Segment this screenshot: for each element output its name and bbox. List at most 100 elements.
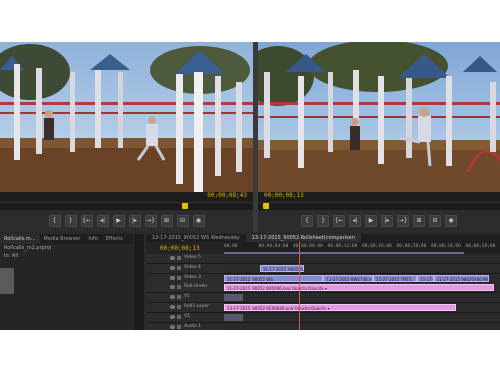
step-forward-button[interactable]: |▸ — [128, 215, 141, 227]
eye-icon[interactable] — [170, 285, 175, 290]
eye-icon[interactable] — [170, 305, 175, 309]
lock-icon[interactable] — [177, 314, 181, 319]
insert-icon: ⊞ — [416, 217, 422, 224]
track-header[interactable]: V1 — [146, 312, 224, 323]
track-lane[interactable]: 11-27-2015_90052 WS 11-27-2015 8WS746.mp 1… — [224, 273, 500, 284]
timeline-panel: 13-17-2015_90052 WS Wednesday 13-17-2015_… — [146, 234, 500, 330]
program-monitor: 00;00;08;13 {} {← ◂| ▶ |▸ →} ⊞ ⊟ ◉ — [258, 42, 500, 232]
track-name: Roll-Under — [184, 284, 208, 290]
timeline-clip[interactable]: 11-17-2015 8W — [417, 274, 434, 282]
export-frame-button[interactable]: ◉ — [445, 215, 457, 227]
timeline-timecode[interactable]: 00;00;08;13 — [160, 245, 200, 252]
play-button[interactable]: ▶ — [112, 215, 125, 227]
track-header[interactable]: V1 — [146, 293, 224, 304]
eye-icon[interactable] — [170, 314, 175, 319]
lock-icon[interactable] — [177, 324, 181, 329]
go-to-in-button[interactable]: {← — [80, 215, 93, 227]
lock-icon[interactable] — [177, 295, 181, 300]
step-back-icon: ◂| — [352, 217, 358, 224]
track-lane[interactable]: 11-27-2015_90052 8X0046.png Opacity:Opac… — [224, 283, 500, 294]
step-back-button[interactable]: ◂| — [96, 215, 109, 227]
go-to-out-button[interactable]: →} — [144, 215, 157, 227]
export-frame-button[interactable]: ◉ — [192, 215, 205, 227]
insert-button[interactable]: ⊞ — [160, 215, 173, 227]
mark-in-button[interactable]: { — [301, 215, 313, 227]
time-ruler[interactable]: 00;00 00;00;04;00 00;00;08;00 00;00;12;00 00… — [224, 242, 500, 254]
program-monitor-viewport[interactable] — [258, 42, 500, 192]
project-tab[interactable]: Effects — [102, 234, 127, 244]
timeline-clip[interactable]: 11-27-2015 98420A00 MPA — [433, 274, 489, 282]
track-lane[interactable] — [224, 254, 500, 264]
lock-icon[interactable] — [177, 256, 181, 260]
mark-out-button[interactable]: } — [317, 215, 329, 227]
track-header[interactable]: Audio 1 — [146, 322, 224, 330]
program-timecode[interactable]: 00;00;08;13 — [264, 192, 304, 199]
source-transport-controls: {} {← ◂| ▶ |▸ →} ⊞ ⊟ ◉ — [0, 210, 253, 232]
eye-icon[interactable] — [170, 275, 175, 280]
track-header[interactable]: Video 3 — [146, 273, 224, 284]
play-icon: ▶ — [368, 217, 374, 224]
overwrite-icon: ⊟ — [179, 217, 186, 224]
overwrite-button[interactable]: ⊟ — [429, 215, 441, 227]
lock-icon[interactable] — [177, 275, 181, 280]
ruler-tick-label: 00;00 — [224, 244, 238, 249]
lock-icon[interactable] — [177, 265, 181, 270]
go-to-in-button[interactable]: {← — [333, 215, 345, 227]
go-to-out-icon: →} — [146, 217, 155, 224]
step-forward-button[interactable]: |▸ — [381, 215, 393, 227]
insert-icon: ⊞ — [163, 217, 170, 224]
timeline-tabs: 13-17-2015_90052 WS Wednesday 13-17-2015_… — [146, 234, 500, 242]
tools-panel[interactable] — [134, 234, 144, 330]
project-panel-tabs: Rollcalls.m... Media Browser Info Effects — [0, 234, 133, 244]
track-header[interactable]: Video 5 — [146, 254, 224, 264]
project-tab[interactable]: Media Browser — [40, 234, 85, 244]
mark-out-icon: } — [321, 217, 325, 224]
source-monitor-viewport[interactable] — [0, 42, 253, 192]
timeline-clip[interactable]: 11-27-2015 8WS746.mp — [323, 274, 374, 282]
source-playhead[interactable] — [182, 203, 189, 209]
play-icon: ▶ — [116, 217, 121, 224]
timeline-playhead[interactable] — [298, 242, 300, 330]
eye-icon[interactable] — [170, 324, 175, 329]
step-back-button[interactable]: ◂| — [349, 215, 361, 227]
program-playhead[interactable] — [262, 203, 269, 209]
sequence-tab[interactable]: 13-17-2015_90052 Rollsheet(comparison — [245, 234, 361, 242]
overwrite-button[interactable]: ⊟ — [176, 215, 189, 227]
track-header[interactable]: Roll3 Layer — [146, 303, 224, 313]
insert-button[interactable]: ⊞ — [413, 215, 425, 227]
eye-icon[interactable] — [170, 295, 175, 300]
eye-icon[interactable] — [170, 265, 175, 270]
project-filter[interactable]: In: All — [0, 252, 133, 260]
timeline-clip[interactable]: 11-27-2015_90052 8X0046.png Opacity:Opac… — [224, 284, 495, 292]
lock-icon[interactable] — [177, 285, 181, 290]
timeline-clip[interactable]: 11-27-2015 7MTS — [373, 274, 418, 282]
track-lane[interactable] — [224, 322, 500, 330]
mark-in-button[interactable]: { — [48, 215, 61, 227]
sequence-tab[interactable]: 13-17-2015_90052 WS Wednesday — [146, 234, 246, 242]
mark-out-button[interactable]: } — [64, 215, 77, 227]
timeline-clip[interactable]: 11-17-2015_90052V — [259, 264, 305, 272]
track-header[interactable]: Roll-Under — [146, 283, 224, 294]
track-lane[interactable] — [224, 312, 500, 323]
play-button[interactable]: ▶ — [365, 215, 377, 227]
source-timecode[interactable]: 00;00;08;43 — [207, 192, 247, 199]
timeline-clip[interactable]: 11-27-2015_90052 WS — [224, 274, 324, 282]
ruler-tick-label: 00;00;08;00 — [293, 244, 323, 249]
project-item-thumbnail[interactable] — [0, 268, 14, 294]
eye-icon[interactable] — [170, 256, 175, 260]
lock-icon[interactable] — [177, 305, 181, 309]
track-lane[interactable] — [224, 293, 500, 304]
go-to-out-button[interactable]: →} — [397, 215, 409, 227]
ruler-tick-label: 00;00;20;00 — [396, 244, 427, 249]
ruler-tick-label: 00;00;28;00 — [465, 244, 496, 249]
track-lane[interactable]: 13-17-2015_90052 9CX0046.png Opacity:Opa… — [224, 303, 500, 313]
timeline-clip[interactable] — [224, 313, 244, 321]
ruler-tick-label: 00;00;24;00 — [431, 244, 461, 249]
timeline-clip[interactable]: 13-17-2015_90052 9CX0046.png Opacity:Opa… — [224, 304, 456, 311]
timeline-clip[interactable] — [224, 294, 244, 302]
project-tab[interactable]: Rollcalls.m... — [0, 234, 40, 244]
track-header[interactable]: Video 4 — [146, 263, 224, 274]
project-tab[interactable]: Info — [84, 234, 101, 244]
step-forward-icon: |▸ — [131, 217, 138, 224]
track-lane[interactable]: 11-17-2015_90052V — [224, 263, 500, 274]
